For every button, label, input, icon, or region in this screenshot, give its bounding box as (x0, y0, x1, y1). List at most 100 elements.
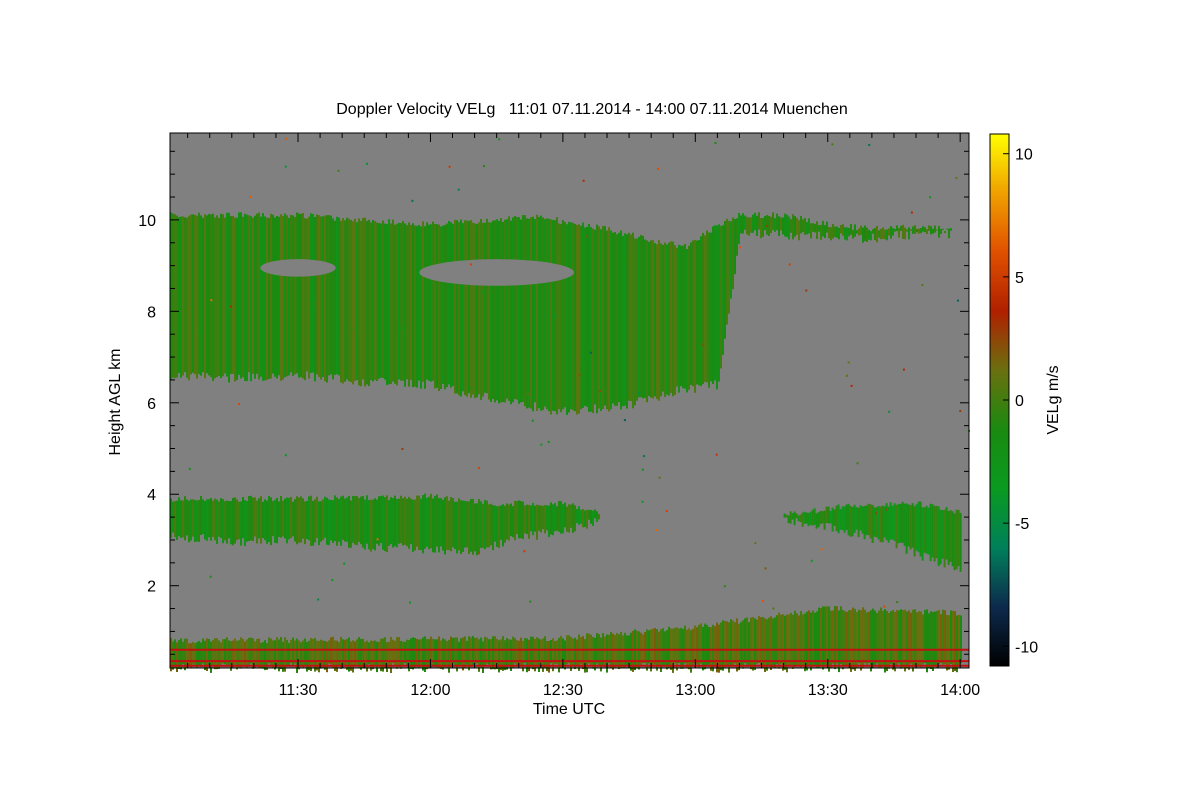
velocity-strip (724, 221, 726, 339)
velocity-strip (630, 234, 632, 402)
velocity-strip (871, 505, 874, 543)
velocity-strip (438, 636, 440, 669)
velocity-strip (406, 639, 408, 667)
noise-speckle (481, 290, 484, 293)
velocity-strip (833, 509, 836, 526)
noise-speckle (810, 559, 813, 562)
velocity-strip (366, 640, 368, 672)
velocity-strip (290, 639, 292, 664)
velocity-strip (780, 614, 782, 664)
velocity-strip (494, 505, 496, 542)
velocity-strip (268, 496, 270, 542)
velocity-strip (304, 218, 306, 381)
velocity-strip (708, 232, 710, 388)
velocity-strip (556, 217, 558, 415)
velocity-strip (762, 617, 764, 668)
velocity-strip (426, 639, 428, 670)
velocity-strip (218, 501, 220, 537)
velocity-strip (318, 215, 320, 377)
velocity-strip (470, 220, 472, 398)
velocity-strip (940, 228, 942, 234)
velocity-strip (294, 499, 296, 542)
velocity-strip (530, 636, 532, 668)
velocity-strip (332, 636, 334, 668)
velocity-strip (364, 499, 366, 550)
velocity-strip (328, 640, 330, 664)
velocity-strip (432, 221, 434, 381)
noise-speckle (623, 419, 626, 422)
velocity-strip (342, 218, 344, 384)
velocity-strip (478, 499, 480, 554)
velocity-strip (906, 611, 908, 669)
velocity-strip (807, 512, 810, 527)
noise-speckle (531, 419, 534, 422)
velocity-strip (356, 222, 358, 380)
velocity-strip (246, 501, 248, 542)
velocity-strip (176, 215, 178, 378)
velocity-strip (358, 637, 360, 668)
velocity-strip (384, 637, 386, 669)
velocity-strip (402, 641, 404, 666)
velocity-strip (178, 217, 180, 374)
velocity-strip (912, 226, 914, 234)
velocity-strip (398, 498, 400, 544)
velocity-strip (550, 640, 552, 664)
velocity-strip (786, 614, 788, 673)
velocity-strip (732, 217, 734, 290)
noise-speckle (317, 598, 320, 601)
colorbar-tick-label: 0 (1015, 393, 1024, 410)
velocity-strip (400, 223, 402, 381)
velocity-strip (346, 497, 348, 542)
velocity-strip (436, 639, 438, 668)
velocity-strip (776, 615, 778, 665)
velocity-strip (952, 610, 954, 672)
velocity-strip (352, 495, 354, 543)
velocity-strip (276, 216, 278, 379)
velocity-strip (454, 637, 456, 667)
velocity-strip (957, 509, 960, 567)
velocity-strip (268, 218, 270, 379)
velocity-strip (694, 239, 696, 393)
velocity-strip (478, 639, 480, 672)
velocity-strip (430, 224, 432, 382)
velocity-strip (374, 498, 376, 551)
velocity-strip (947, 511, 950, 565)
velocity-strip (919, 501, 922, 557)
noise-speckle (188, 467, 191, 470)
velocity-strip (634, 238, 636, 406)
velocity-strip (862, 227, 864, 243)
velocity-strip (950, 610, 952, 664)
velocity-strip (884, 229, 886, 240)
velocity-strip (898, 228, 900, 238)
velocity-strip (884, 609, 886, 673)
velocity-strip (404, 223, 406, 387)
velocity-strip (434, 639, 436, 667)
noise-speckle (762, 599, 764, 602)
noise-speckle (553, 314, 556, 317)
velocity-strip (846, 227, 848, 241)
velocity-strip (594, 229, 596, 405)
velocity-strip (554, 503, 556, 532)
velocity-strip (184, 496, 186, 541)
velocity-strip (836, 226, 838, 238)
velocity-strip (808, 610, 810, 667)
velocity-strip (696, 240, 698, 385)
velocity-strip (774, 617, 776, 668)
velocity-strip (722, 225, 724, 355)
velocity-strip (230, 216, 232, 374)
velocity-strip (366, 220, 368, 385)
velocity-strip (362, 218, 364, 380)
velocity-strip (206, 215, 208, 374)
velocity-strip (736, 218, 738, 256)
velocity-strip (174, 214, 176, 378)
velocity-strip (784, 213, 786, 237)
velocity-strip (436, 224, 438, 388)
velocity-strip (186, 499, 188, 536)
velocity-strip (534, 219, 536, 403)
velocity-strip (588, 223, 590, 412)
velocity-strip (849, 505, 852, 537)
velocity-strip (392, 498, 394, 548)
velocity-strip (854, 224, 856, 237)
velocity-strip (652, 628, 654, 665)
velocity-strip (706, 624, 708, 666)
